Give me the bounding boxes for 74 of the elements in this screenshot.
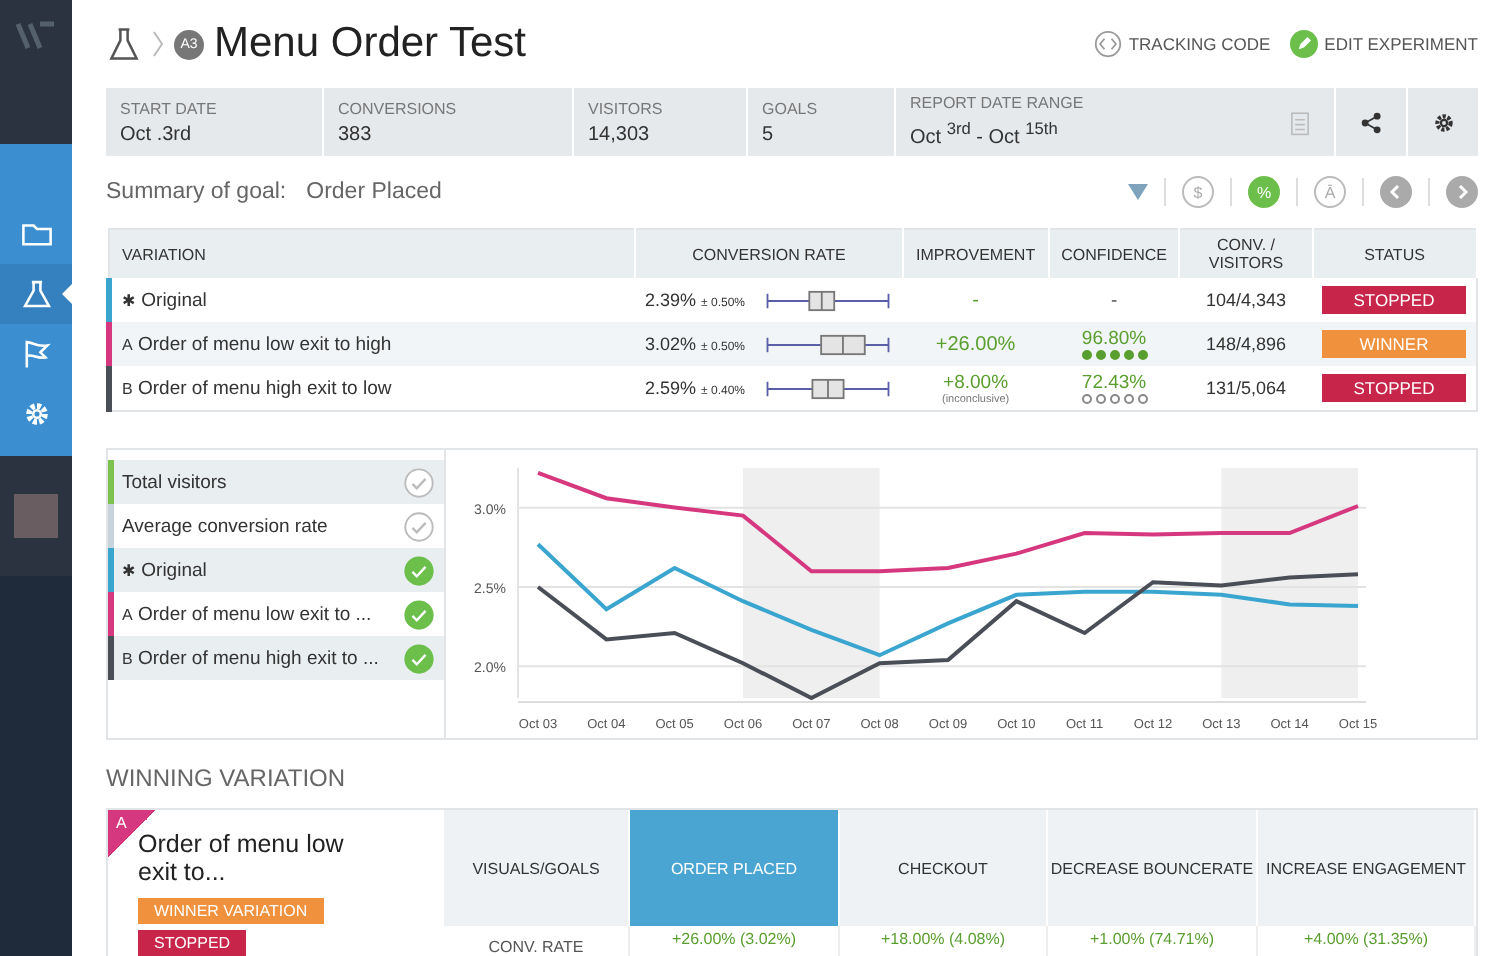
box-plot-icon [761,289,894,311]
column-header: STATUS [1312,229,1477,278]
variation-name: Order of menu low exit to... [138,830,346,886]
confidence-value: 72.43% [1079,372,1149,394]
section-heading: WINNING VARIATION [106,764,348,792]
summary-label: Summary of goal: [106,180,287,204]
improvement-value: +8.00% [941,371,1011,393]
legend-item[interactable]: B Order of menu high exit to ... [108,636,444,680]
status-tag: STOPPED [138,930,247,956]
column-header: CONV. / VISITORS [1179,229,1312,278]
stat-label: VISITORS [588,99,665,117]
column-header: CONVERSION RATE [635,229,904,278]
goal-cell: +26.00% (3.02%) [630,926,840,956]
goal-column-header[interactable]: VISUALS/GOALS [444,810,630,926]
stat-label: CONVERSIONS [338,99,459,117]
legend-item[interactable]: ✱ Original [108,548,444,592]
settings-icon[interactable] [1431,109,1455,135]
nav-item[interactable] [0,264,72,324]
pencil-icon [1290,30,1319,58]
conversions-visitors: 131/5,064 [1179,366,1312,411]
goal-column-header[interactable]: DECREASE BOUNCERATE [1048,810,1258,926]
improvement-value: - [970,289,981,311]
code-icon [1094,30,1123,58]
stat-label: START DATE [120,99,219,117]
column-header: IMPROVEMENT [903,229,1049,278]
stat-value: Oct $^{3rd}$ - Oct $^{15th}$ [910,118,1060,150]
flask-icon [19,278,53,310]
check-icon[interactable] [404,599,434,629]
status-tag: WINNER VARIATION [138,898,324,924]
check-icon[interactable] [404,555,434,585]
goal-cell: CONV. RATE [444,926,630,956]
status-badge: STOPPED [1322,374,1466,402]
stat-value: 14,303 [588,123,652,145]
header-action-link[interactable]: EDIT EXPERIMENT [1290,30,1478,58]
goal-cell: +1.00% (74.71%) [1048,926,1258,956]
previous-button[interactable] [1380,176,1412,208]
legend-item[interactable]: Total visitors [108,460,444,504]
confidence-value: - [1108,289,1120,311]
goal-column-header[interactable]: CHECKOUT [840,810,1048,926]
next-button[interactable] [1446,176,1478,208]
stat-value: Oct .3rd [120,123,194,145]
status-badge: STOPPED [1322,286,1466,314]
conversions-visitors: 148/4,896 [1179,322,1312,366]
header-action-link[interactable]: TRACKING CODE [1094,30,1271,58]
dropdown-icon[interactable] [1128,184,1148,200]
status-badge: WINNER [1322,330,1466,358]
stat-label: REPORT DATE RANGE [910,94,1086,113]
stat-value: 5 [762,123,776,145]
check-icon[interactable] [404,467,434,497]
column-header: VARIATION [109,229,635,278]
variation-name: A Order of menu low exit to high [109,322,635,366]
flask-icon[interactable] [106,26,142,62]
goal-cell: +4.00% (31.35%) [1258,926,1476,956]
folder-icon [19,218,53,250]
goal-cell: +18.00% (4.08%) [840,926,1048,956]
column-header: CONFIDENCE [1048,229,1180,278]
box-plot-icon [761,333,894,355]
conversions-visitors: 104/4,343 [1179,278,1312,322]
check-icon[interactable] [404,643,434,673]
stat-label: GOALS [762,99,820,117]
experiment-title: Menu Order Test [214,20,527,68]
clipboard-icon[interactable] [1287,109,1311,135]
variation-name: B Order of menu high exit to low [109,366,635,411]
share-icon[interactable] [1359,109,1383,135]
goal-column-header[interactable]: INCREASE ENGAGEMENT [1258,810,1476,926]
stat-value: 383 [338,123,374,145]
improvement-value: +26.00% [933,333,1018,355]
thumbnail-placeholder[interactable] [14,494,58,538]
logo-icon [16,20,56,52]
check-icon[interactable] [404,511,434,541]
goal-name: Order Placed [306,180,442,204]
box-plot-icon [761,377,894,399]
chevron-right-icon [152,30,164,58]
confidence-value: 96.80% [1079,328,1149,350]
